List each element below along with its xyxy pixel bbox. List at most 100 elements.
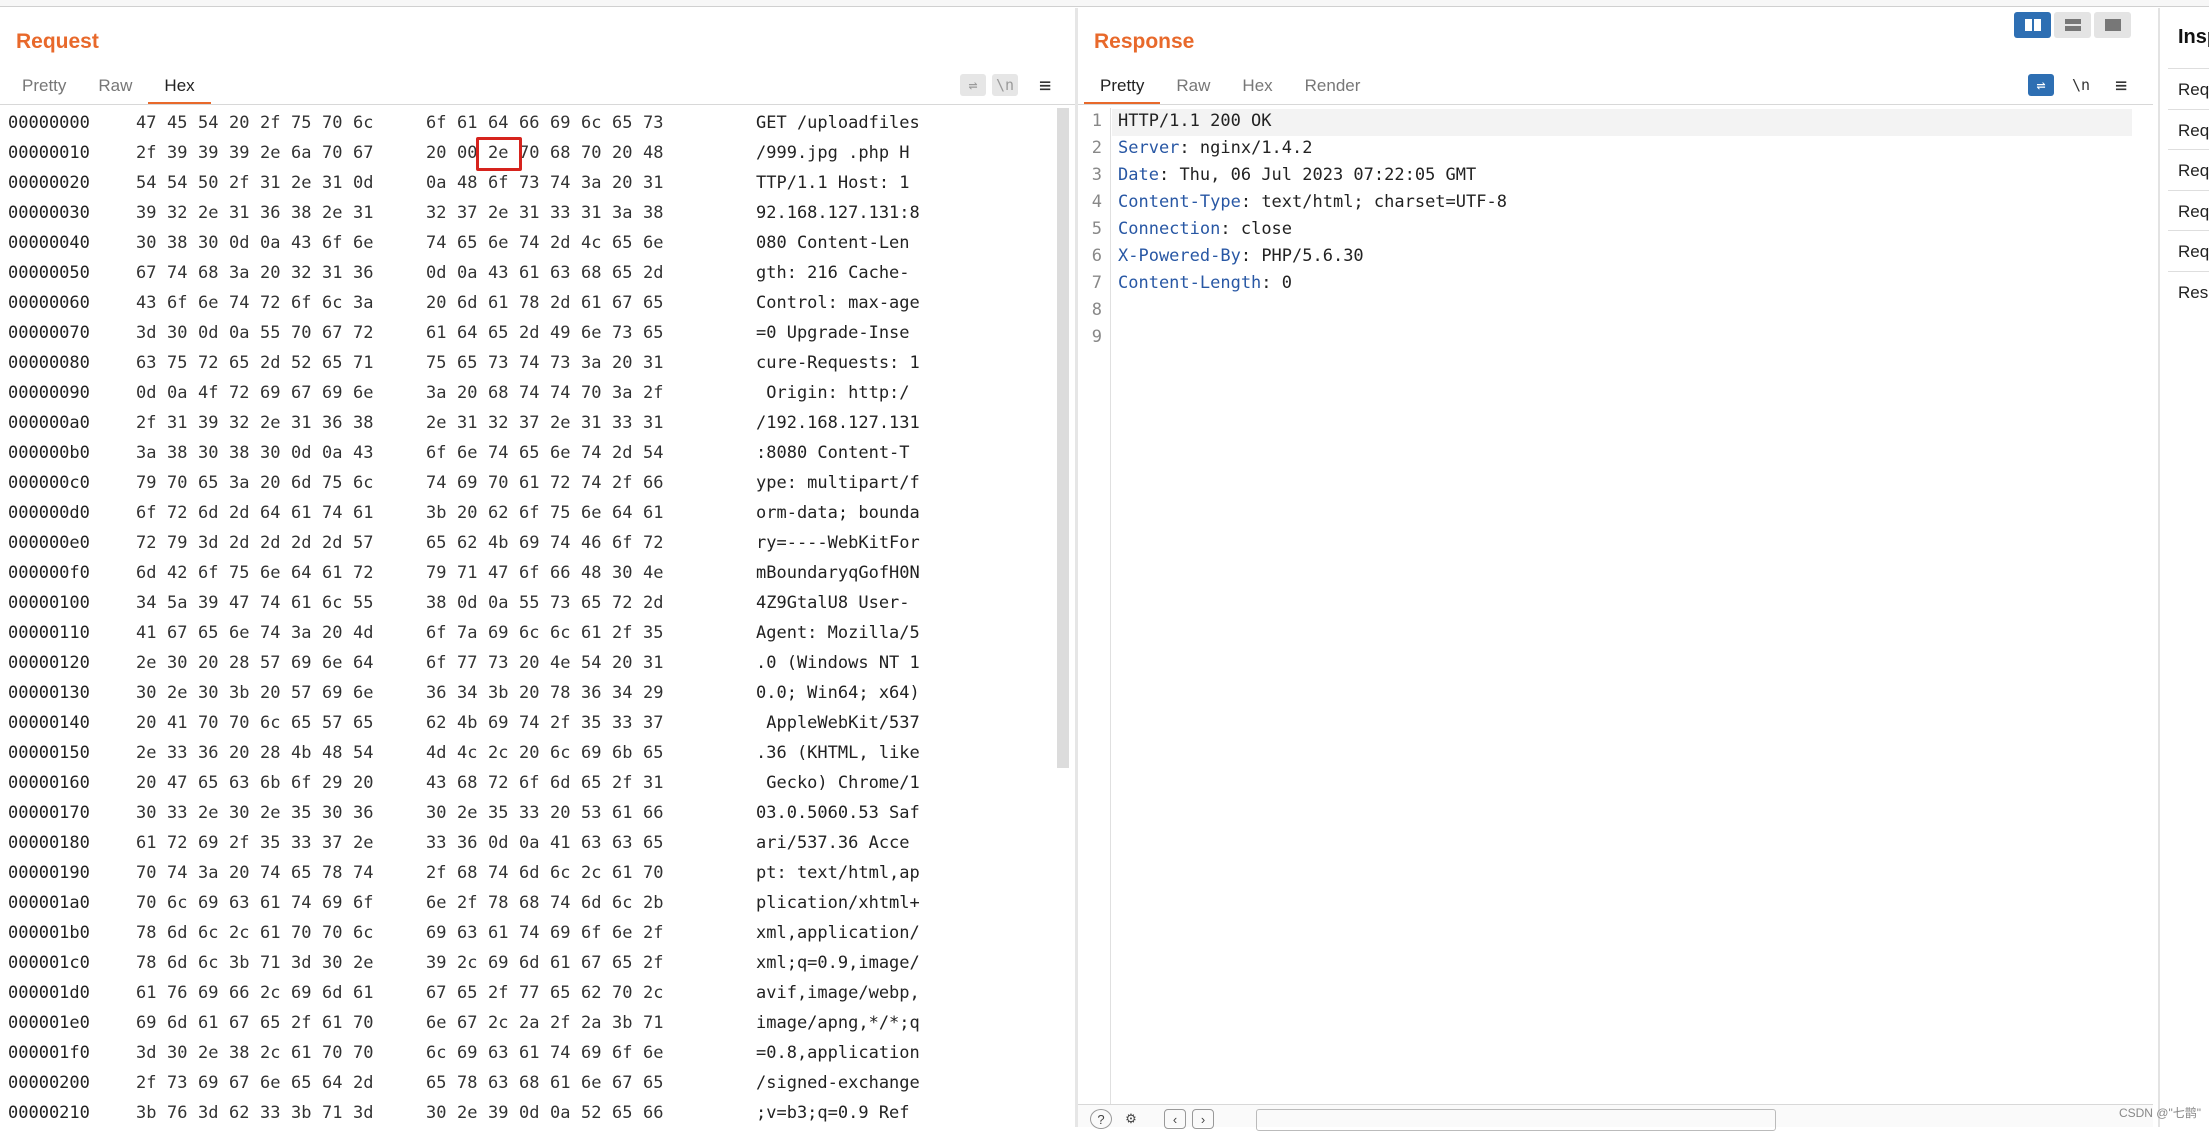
hex-byte[interactable]: 2b [643, 893, 663, 913]
hex-byte[interactable]: 62 [488, 503, 508, 523]
hex-byte[interactable]: 57 [322, 713, 342, 733]
hex-byte[interactable]: 57 [291, 683, 311, 703]
hex-byte[interactable]: 76 [167, 983, 187, 1003]
hex-byte[interactable]: 30 [167, 1043, 187, 1063]
hex-byte[interactable]: 2f [260, 113, 280, 133]
hex-byte[interactable]: 3a [229, 263, 249, 283]
hex-byte[interactable]: 30 [260, 443, 280, 463]
hex-byte[interactable]: 61 [322, 563, 342, 583]
hex-byte[interactable]: 72 [167, 833, 187, 853]
hex-byte[interactable]: 74 [550, 383, 570, 403]
hex-byte[interactable]: 35 [260, 833, 280, 853]
hex-byte[interactable]: 39 [198, 413, 218, 433]
hex-byte[interactable]: 30 [198, 233, 218, 253]
hex-byte[interactable]: 47 [488, 563, 508, 583]
hex-byte[interactable]: 32 [167, 203, 187, 223]
hex-byte[interactable]: 67 [136, 263, 156, 283]
hex-byte[interactable]: 65 [612, 263, 632, 283]
hex-byte[interactable]: 61 [581, 293, 601, 313]
hex-byte[interactable]: 73 [519, 173, 539, 193]
hex-byte[interactable]: 67 [291, 383, 311, 403]
hex-byte[interactable]: 31 [643, 653, 663, 673]
hex-byte[interactable]: 77 [457, 653, 477, 673]
hex-byte[interactable]: 70 [581, 383, 601, 403]
hex-byte[interactable]: 20 [136, 713, 156, 733]
hex-byte[interactable]: 2c [260, 983, 280, 1003]
hex-byte[interactable]: 38 [229, 443, 249, 463]
hex-byte[interactable]: 30 [198, 443, 218, 463]
hex-byte[interactable]: 57 [353, 533, 373, 553]
newline-icon[interactable]: \n [2068, 74, 2094, 96]
hex-byte[interactable]: 64 [291, 563, 311, 583]
hex-byte[interactable]: 33 [519, 803, 539, 823]
hex-byte[interactable]: 3a [426, 383, 446, 403]
hex-byte[interactable]: 65 [581, 773, 601, 793]
hex-byte[interactable]: 30 [229, 803, 249, 823]
hex-byte[interactable]: 3d [353, 1103, 373, 1123]
hex-byte[interactable]: 2e [457, 1103, 477, 1123]
hex-byte[interactable]: 71 [643, 1013, 663, 1033]
hex-byte[interactable]: 2c [229, 923, 249, 943]
hex-byte[interactable]: 3a [612, 203, 632, 223]
hex-byte[interactable]: 66 [643, 473, 663, 493]
hex-byte[interactable]: 20 [136, 773, 156, 793]
settings-icon[interactable]: ⚙ [1120, 1109, 1142, 1129]
hex-byte[interactable]: 6d [519, 863, 539, 883]
hex-byte[interactable]: 3d [198, 1103, 218, 1123]
hex-byte[interactable]: 72 [488, 773, 508, 793]
hex-byte[interactable]: 6e [612, 923, 632, 943]
hex-byte[interactable]: 31 [643, 773, 663, 793]
hex-byte[interactable]: 61 [581, 623, 601, 643]
hex-byte[interactable]: 36 [353, 263, 373, 283]
hex-byte[interactable]: 67 [229, 1013, 249, 1033]
hex-byte[interactable]: 3d [291, 953, 311, 973]
hex-row[interactable]: 000000c0 79 70 65 3a 20 6d 75 6c 74 69 70 61 72 74 2f 66… [0, 469, 1060, 499]
hex-byte[interactable]: 2d [550, 233, 570, 253]
hex-byte[interactable]: 36 [426, 683, 446, 703]
hex-byte[interactable]: 65 [457, 353, 477, 373]
hex-byte[interactable]: 20 [457, 503, 477, 523]
hex-byte[interactable]: 6e [322, 653, 342, 673]
hex-byte[interactable]: 6f [612, 533, 632, 553]
hex-byte[interactable]: 43 [426, 773, 446, 793]
hex-byte[interactable]: 20 [426, 143, 446, 163]
hex-byte[interactable]: 20 [198, 653, 218, 673]
hex-byte[interactable]: 2f [550, 1013, 570, 1033]
hex-byte[interactable]: 65 [260, 1013, 280, 1033]
hex-byte[interactable]: 62 [426, 713, 446, 733]
newline-icon[interactable]: \n [992, 74, 1018, 96]
hex-byte[interactable]: 3b [612, 1013, 632, 1033]
hex-byte[interactable]: 6e [353, 383, 373, 403]
hex-byte[interactable]: 6d [581, 893, 601, 913]
hex-byte[interactable]: 3d [136, 1043, 156, 1063]
hex-row[interactable]: 000000e0 72 79 3d 2d 2d 2d 2d 57 65 62 4b 69 74 46 6f 72… [0, 529, 1060, 559]
hex-byte[interactable]: 70 [353, 1013, 373, 1033]
hex-byte[interactable]: 2e [167, 683, 187, 703]
hex-byte[interactable]: 38 [167, 443, 187, 463]
hex-byte[interactable]: 69 [322, 383, 342, 403]
hex-byte[interactable]: 6d [519, 953, 539, 973]
hex-byte[interactable]: 68 [519, 893, 539, 913]
hex-byte[interactable]: 74 [519, 353, 539, 373]
hex-byte[interactable]: 30 [136, 803, 156, 823]
hex-byte[interactable]: 2a [581, 1013, 601, 1033]
hex-byte[interactable]: 36 [322, 413, 342, 433]
inspector-section[interactable]: Requ [2178, 242, 2209, 262]
hex-byte[interactable]: 2f [291, 1013, 311, 1033]
hex-byte[interactable]: 3a [136, 443, 156, 463]
hex-byte[interactable]: 65 [457, 983, 477, 1003]
hex-byte[interactable]: 35 [291, 803, 311, 823]
hex-byte[interactable]: 70 [643, 863, 663, 883]
hex-byte[interactable]: 65 [198, 473, 218, 493]
hex-byte[interactable]: 2e [353, 953, 373, 973]
hex-byte[interactable]: 2d [260, 533, 280, 553]
hex-byte[interactable]: 61 [198, 1013, 218, 1033]
hex-byte[interactable]: 69 [322, 893, 342, 913]
hex-byte[interactable]: 72 [167, 503, 187, 523]
hex-byte[interactable]: 0a [322, 443, 342, 463]
hex-row[interactable]: 00000180 61 72 69 2f 35 33 37 2e 33 36 0d 0a 41 63 63 65… [0, 829, 1060, 859]
hex-byte[interactable]: 2d [643, 263, 663, 283]
hex-byte[interactable]: 66 [643, 1103, 663, 1123]
hex-byte[interactable]: 30 [136, 683, 156, 703]
hex-byte[interactable]: 2e [322, 203, 342, 223]
